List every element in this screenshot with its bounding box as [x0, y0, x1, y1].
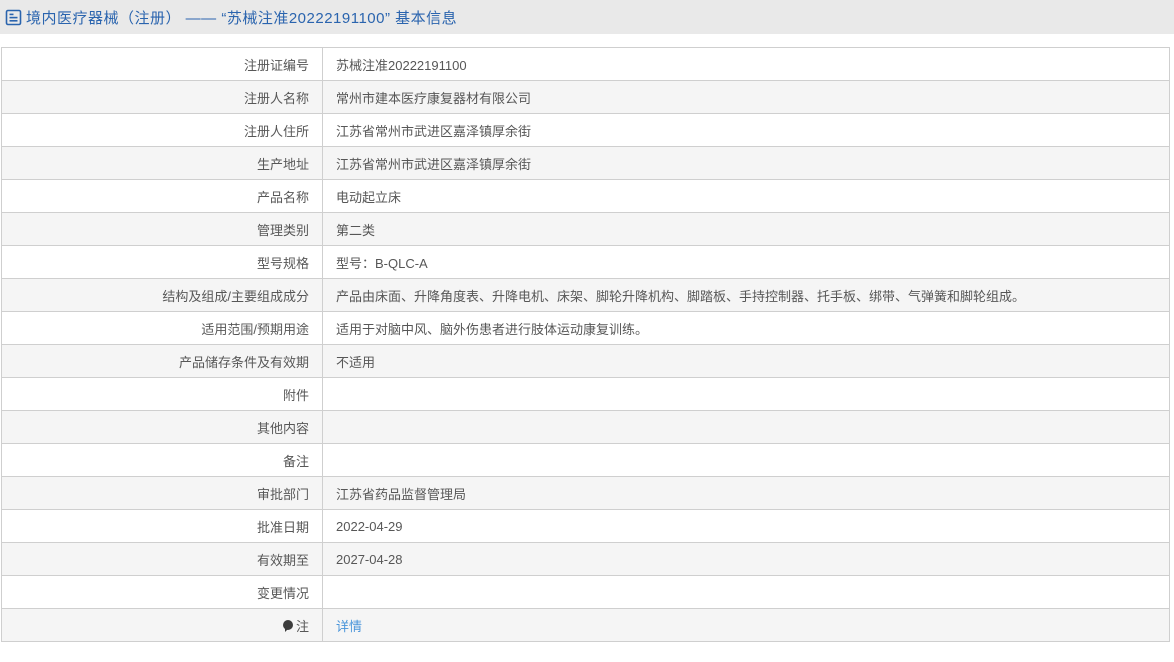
row-label: 批准日期	[1, 509, 323, 543]
row-label: 结构及组成/主要组成成分	[1, 278, 323, 312]
row-value	[322, 410, 1170, 444]
row-value: 型号：B-QLC-A	[322, 245, 1170, 279]
details-link[interactable]: 详情	[336, 619, 362, 634]
row-value: 江苏省常州市武进区嘉泽镇厚余街	[322, 113, 1170, 147]
row-label: 注册人住所	[1, 113, 323, 147]
table-row-attachments: 附件	[1, 377, 1170, 411]
row-label: 审批部门	[1, 476, 323, 510]
table-row-registrant-address: 注册人住所 江苏省常州市武进区嘉泽镇厚余街	[1, 113, 1170, 147]
row-value: 产品由床面、升降角度表、升降电机、床架、脚轮升降机构、脚踏板、手持控制器、托手板…	[322, 278, 1170, 312]
row-label: 其他内容	[1, 410, 323, 444]
table-row-storage-conditions: 产品储存条件及有效期 不适用	[1, 344, 1170, 378]
table-row-intended-use: 适用范围/预期用途 适用于对脑中风、脑外伤患者进行肢体运动康复训练。	[1, 311, 1170, 345]
row-label: 备注	[1, 443, 323, 477]
row-label: 注册人名称	[1, 80, 323, 114]
table-row-other-content: 其他内容	[1, 410, 1170, 444]
device-info-table-body: 注册证编号 苏械注准20222191100 注册人名称 常州市建本医疗康复器材有…	[1, 47, 1170, 642]
table-row-valid-until: 有效期至 2027-04-28	[1, 542, 1170, 576]
row-label: 适用范围/预期用途	[1, 311, 323, 345]
row-label: 注册证编号	[1, 47, 323, 81]
row-value: 苏械注准20222191100	[322, 47, 1170, 81]
row-value: 常州市建本医疗康复器材有限公司	[322, 80, 1170, 114]
row-label: 有效期至	[1, 542, 323, 576]
note-label: 注	[295, 618, 309, 634]
table-row-management-class: 管理类别 第二类	[1, 212, 1170, 246]
row-value: 适用于对脑中风、脑外伤患者进行肢体运动康复训练。	[322, 311, 1170, 345]
row-value: 不适用	[322, 344, 1170, 378]
table-row-registrant-name: 注册人名称 常州市建本医疗康复器材有限公司	[1, 80, 1170, 114]
row-label: 型号规格	[1, 245, 323, 279]
row-value: 江苏省常州市武进区嘉泽镇厚余街	[322, 146, 1170, 180]
row-value: 详情	[322, 608, 1170, 642]
row-label: 生产地址	[1, 146, 323, 180]
row-label: 管理类别	[1, 212, 323, 246]
document-icon	[5, 9, 22, 25]
row-label: 注	[1, 608, 323, 642]
table-row-product-name: 产品名称 电动起立床	[1, 179, 1170, 213]
row-value: 第二类	[322, 212, 1170, 246]
table-row-change-status: 变更情况	[1, 575, 1170, 609]
page-title: 境内医疗器械（注册） —— “苏械注准20222191100” 基本信息	[26, 9, 458, 27]
row-value: 电动起立床	[322, 179, 1170, 213]
table-row-registration-number: 注册证编号 苏械注准20222191100	[1, 47, 1170, 81]
bulb-icon	[282, 619, 294, 632]
table-row-structure-composition: 结构及组成/主要组成成分 产品由床面、升降角度表、升降电机、床架、脚轮升降机构、…	[1, 278, 1170, 312]
row-label: 变更情况	[1, 575, 323, 609]
row-label: 产品名称	[1, 179, 323, 213]
table-row-approval-date: 批准日期 2022-04-29	[1, 509, 1170, 543]
table-row-remarks: 备注	[1, 443, 1170, 477]
row-value: 2022-04-29	[322, 509, 1170, 543]
row-value	[322, 377, 1170, 411]
row-value	[322, 575, 1170, 609]
table-row-production-address: 生产地址 江苏省常州市武进区嘉泽镇厚余街	[1, 146, 1170, 180]
title-bar: 境内医疗器械（注册） —— “苏械注准20222191100” 基本信息	[0, 0, 1174, 34]
row-value	[322, 443, 1170, 477]
row-label: 附件	[1, 377, 323, 411]
table-row-model-spec: 型号规格 型号：B-QLC-A	[1, 245, 1170, 279]
table-row-approval-department: 审批部门 江苏省药品监督管理局	[1, 476, 1170, 510]
table-row-note: 注 详情	[1, 608, 1170, 642]
row-value: 2027-04-28	[322, 542, 1170, 576]
row-label: 产品储存条件及有效期	[1, 344, 323, 378]
row-value: 江苏省药品监督管理局	[322, 476, 1170, 510]
device-info-table: 注册证编号 苏械注准20222191100 注册人名称 常州市建本医疗康复器材有…	[1, 47, 1170, 642]
